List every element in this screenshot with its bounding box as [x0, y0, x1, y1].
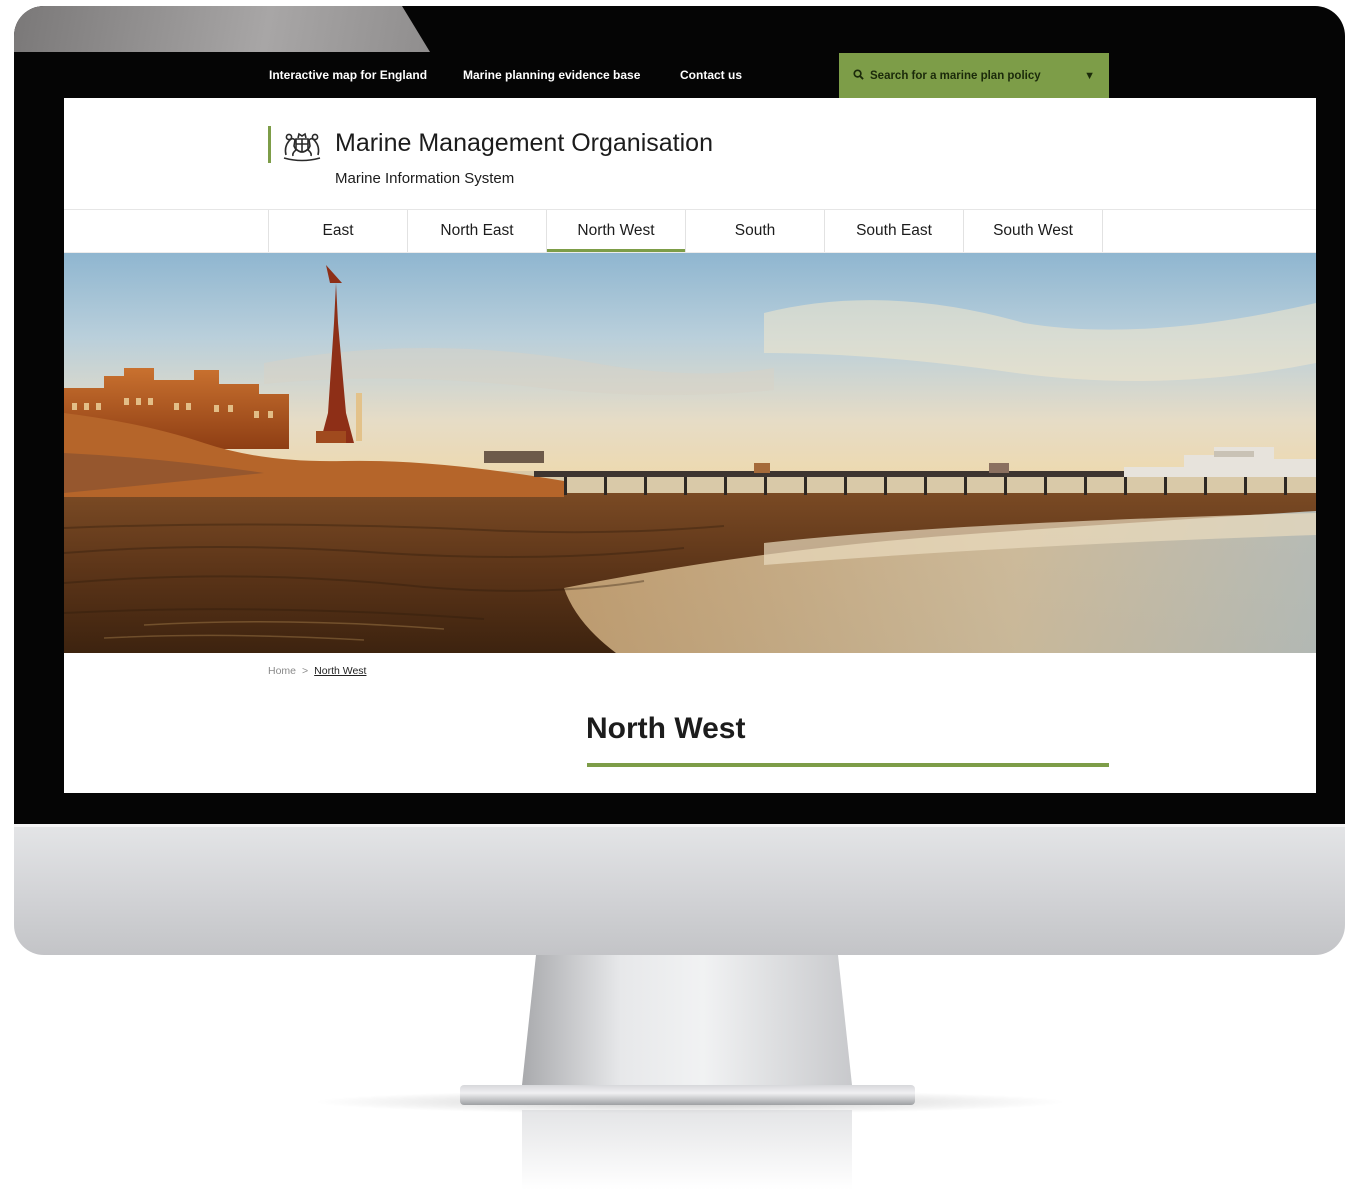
tab-east[interactable]: East: [269, 210, 408, 252]
system-name: Marine Information System: [335, 170, 515, 187]
breadcrumb-current[interactable]: North West: [314, 665, 366, 677]
bezel-glare: [14, 6, 430, 52]
policy-search-label: Search for a marine plan policy: [870, 69, 1041, 82]
breadcrumb: Home > North West: [268, 665, 366, 677]
stand-reflection: [522, 1110, 852, 1190]
masthead: Marine Management Organisation Marine In…: [64, 98, 1316, 210]
organisation-name[interactable]: Marine Management Organisation: [335, 129, 713, 158]
tab-north-west[interactable]: North West: [547, 210, 686, 252]
monitor-stand-base: [460, 1085, 915, 1105]
title-underline: [587, 763, 1109, 767]
utility-bar: Interactive map for England Marine plann…: [64, 53, 1316, 98]
website-screen: Interactive map for England Marine plann…: [64, 53, 1316, 793]
royal-crest-icon: [280, 125, 324, 163]
breadcrumb-home-link[interactable]: Home: [268, 665, 296, 677]
evidence-base-link[interactable]: Marine planning evidence base: [463, 68, 640, 82]
tab-south-east[interactable]: South East: [825, 210, 964, 252]
interactive-map-link[interactable]: Interactive map for England: [269, 68, 427, 82]
search-icon: [853, 68, 864, 83]
region-navigation: East North East North West South South E…: [64, 210, 1316, 253]
breadcrumb-separator: >: [302, 665, 309, 677]
page-title: North West: [586, 712, 746, 745]
tab-south-west[interactable]: South West: [964, 210, 1103, 252]
caret-down-icon: ▼: [1084, 69, 1095, 82]
hero-image: [64, 253, 1316, 653]
monitor-chin: [14, 824, 1345, 955]
contact-us-link[interactable]: Contact us: [680, 68, 742, 82]
monitor-stand: [522, 955, 852, 1085]
brand-accent-rule: [268, 126, 271, 163]
policy-search-dropdown[interactable]: Search for a marine plan policy ▼: [839, 53, 1109, 98]
tab-south[interactable]: South: [686, 210, 825, 252]
tab-north-east[interactable]: North East: [408, 210, 547, 252]
